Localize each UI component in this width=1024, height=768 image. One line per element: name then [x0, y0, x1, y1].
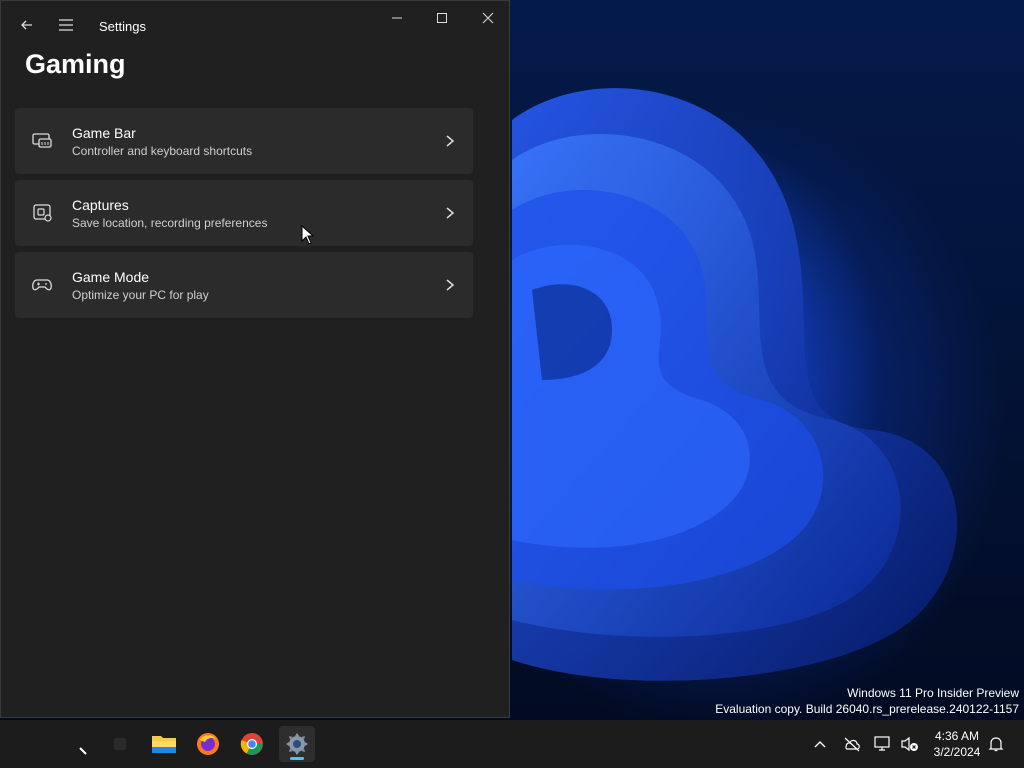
- clock-time: 4:36 AM: [934, 729, 980, 743]
- close-icon: [482, 12, 494, 24]
- game-bar-subtitle: Controller and keyboard shortcuts: [72, 144, 253, 158]
- back-button[interactable]: [17, 15, 37, 35]
- window-title: Settings: [99, 19, 146, 34]
- start-placeholder-icon[interactable]: [114, 738, 126, 750]
- settings-taskbar-button[interactable]: [279, 726, 315, 762]
- settings-window: Settings Gaming Game Bar Controller and …: [0, 0, 510, 718]
- chevron-up-icon: [814, 741, 826, 748]
- active-app-indicator: [290, 757, 304, 760]
- captures-title: Captures: [72, 197, 129, 213]
- hamburger-icon: [59, 19, 73, 31]
- maximize-button[interactable]: [426, 7, 458, 29]
- chevron-right-icon: [446, 279, 455, 291]
- volume-tray-button[interactable]: [900, 734, 920, 754]
- settings-gear-icon: [286, 733, 308, 755]
- minimize-button[interactable]: [381, 7, 413, 29]
- watermark-line1: Windows 11 Pro Insider Preview: [847, 686, 1019, 700]
- game-mode-icon: [32, 279, 52, 291]
- captures-card[interactable]: Captures Save location, recording prefer…: [15, 180, 473, 246]
- taskbar-small-arrow-icon: [79, 747, 87, 755]
- title-bar: Settings: [1, 1, 511, 51]
- game-bar-card[interactable]: Game Bar Controller and keyboard shortcu…: [15, 108, 473, 174]
- notifications-button[interactable]: [986, 734, 1006, 754]
- network-icon: [874, 736, 890, 751]
- volume-muted-icon: [901, 736, 918, 752]
- close-button[interactable]: [472, 7, 504, 29]
- file-explorer-icon: [152, 736, 176, 753]
- cloud-offline-icon: [844, 737, 860, 752]
- bloom-wallpaper-graphic: [512, 88, 958, 681]
- windows-watermark: Windows 11 Pro Insider Preview Evaluatio…: [715, 685, 1019, 717]
- taskbar: 4:36 AM 3/2/2024: [0, 720, 1024, 768]
- captures-icon: [33, 204, 52, 222]
- file-explorer-button[interactable]: [146, 726, 182, 762]
- taskbar-clock[interactable]: 4:36 AM 3/2/2024: [930, 728, 984, 760]
- bell-icon: [988, 737, 1004, 752]
- page-title: Gaming: [25, 49, 126, 79]
- chevron-right-icon: [446, 135, 455, 147]
- chevron-right-icon: [446, 207, 455, 219]
- clock-date: 3/2/2024: [933, 745, 981, 759]
- watermark-line2: Evaluation copy. Build 26040.rs_prerelea…: [715, 702, 1019, 716]
- back-arrow-icon: [21, 20, 32, 30]
- minimize-icon: [392, 17, 402, 19]
- network-tray-button[interactable]: [873, 734, 893, 754]
- game-bar-title: Game Bar: [72, 125, 136, 141]
- onedrive-tray-button[interactable]: [842, 734, 862, 754]
- game-bar-icon: [32, 133, 52, 148]
- captures-subtitle: Save location, recording preferences: [72, 216, 268, 230]
- game-mode-subtitle: Optimize your PC for play: [72, 288, 209, 302]
- show-hidden-icons-button[interactable]: [810, 734, 830, 754]
- chrome-icon: [240, 733, 263, 755]
- game-mode-card[interactable]: Game Mode Optimize your PC for play: [15, 252, 473, 318]
- chrome-button[interactable]: [234, 726, 270, 762]
- firefox-icon: [197, 733, 219, 755]
- game-mode-title: Game Mode: [72, 269, 150, 285]
- firefox-button[interactable]: [190, 726, 226, 762]
- maximize-icon: [437, 13, 447, 23]
- navigation-menu-button[interactable]: [57, 15, 75, 35]
- mouse-cursor-icon: [301, 225, 315, 245]
